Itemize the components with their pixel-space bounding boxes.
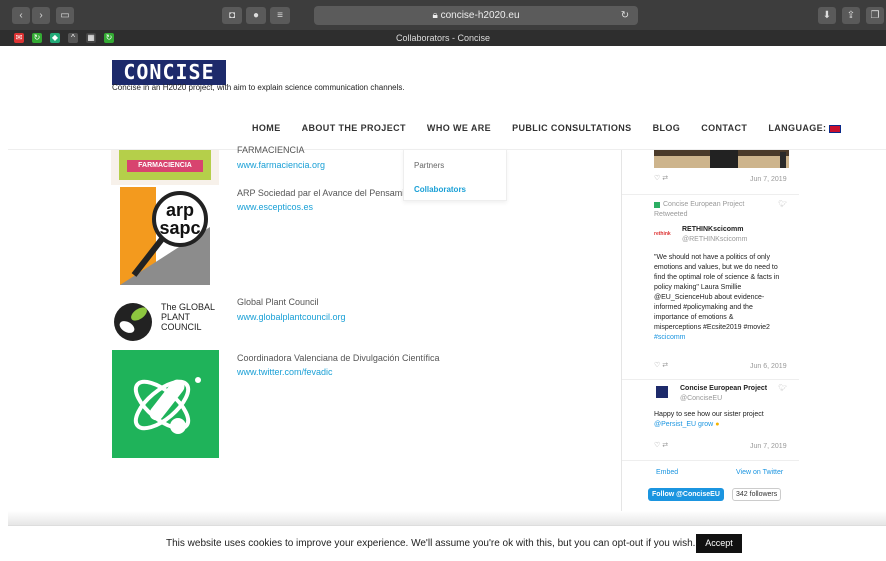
reader-icon[interactable]: ≡ [270, 7, 290, 24]
nav-who-we-are[interactable]: WHO WE ARE [427, 123, 491, 133]
tweet-actions[interactable]: ♡ ⇄ [654, 361, 668, 371]
shield-icon[interactable]: ◘ [222, 7, 242, 24]
tabs-icon[interactable]: ❐ [866, 7, 884, 24]
browser-chrome: ‹ › ▭ ◘ ● ≡ 🔒︎ concise-h2020.eu ↻ ⬇ ⇪ ❐ … [0, 0, 886, 46]
twitter-timeline: ♡ ⇄ Jun 7, 2019 Concise European Project… [621, 150, 799, 515]
forward-icon[interactable]: › [32, 7, 50, 24]
reload-icon[interactable]: ↻ [618, 7, 632, 24]
download-icon[interactable]: ⬇ [818, 7, 836, 24]
fevadic-logo[interactable] [112, 350, 219, 458]
tweet-divider [622, 460, 799, 461]
twitter-bird-icon[interactable]: 🐦︎ [778, 200, 787, 210]
tweet-media[interactable] [654, 150, 789, 168]
tweet-date[interactable]: Jun 7, 2019 [750, 175, 787, 185]
collaborator-name: Coordinadora Valenciana de Divulgación C… [237, 353, 440, 363]
accept-button[interactable]: Accept [696, 534, 742, 553]
cookie-bar: This website uses cookies to improve you… [8, 525, 886, 561]
retweeted-label: Retweeted [654, 211, 688, 218]
twitter-bird-icon[interactable]: 🐦︎ [778, 384, 787, 394]
back-icon[interactable]: ‹ [12, 7, 30, 24]
uk-flag-icon [829, 124, 842, 133]
arp-logo[interactable]: arp sapc [120, 187, 210, 285]
retweet-by[interactable]: Concise European Project [663, 200, 744, 210]
tweet-line: Happy to see how our sister project [654, 411, 764, 418]
tweet-author-name[interactable]: RETHINKscicomm [682, 225, 743, 235]
nav-blog[interactable]: BLOG [653, 123, 681, 133]
collaborator-name: ARP Sociedad par el Avance del Pensamie [237, 188, 410, 198]
tab-title[interactable]: Collaborators - Concise [0, 30, 886, 46]
main-nav: HOME ABOUT THE PROJECT WHO WE ARE PUBLIC… [252, 120, 842, 136]
tweet-line: "We should not have a politics of only [654, 254, 770, 261]
page-bottom-shadow [8, 511, 886, 525]
retweet-avatar-icon [654, 202, 660, 208]
extension-icon[interactable]: ● [246, 7, 266, 24]
webpage: CONCISE Concise in an H2020 project, wit… [8, 46, 886, 561]
tweet-line[interactable]: #scicomm [654, 333, 779, 343]
follow-button[interactable]: Follow @ConciseEU [648, 488, 724, 501]
tweet-line[interactable]: @Persist_EU grow [654, 421, 713, 428]
rethink-avatar[interactable]: rethink [654, 229, 671, 239]
nav-public-consultations[interactable]: PUBLIC CONSULTATIONS [512, 123, 632, 133]
dropdown-item-collaborators[interactable]: Collaborators [414, 185, 466, 194]
tweet-author-handle[interactable]: @RETHINKscicomm [682, 235, 747, 245]
tweet-actions[interactable]: ♡ ⇄ [654, 441, 668, 451]
address-bar[interactable]: 🔒︎ concise-h2020.eu [314, 6, 638, 25]
tweet-date[interactable]: Jun 6, 2019 [750, 362, 787, 372]
browser-toolbar: ‹ › ▭ ◘ ● ≡ 🔒︎ concise-h2020.eu ↻ ⬇ ⇪ ❐ [0, 0, 886, 30]
collaborator-link[interactable]: www.globalplantcouncil.org [237, 312, 346, 322]
tweet-line: misperceptions #Ecsite2019 #movie2 [654, 324, 770, 331]
arp-logo-text: arp sapc [159, 200, 201, 238]
lock-icon: 🔒︎ [432, 10, 438, 21]
tweet-body: Happy to see how our sister project @Per… [654, 410, 764, 430]
farmaciencia-logo[interactable]: FARMACIENCIA [111, 150, 219, 185]
tweet-line: emotions and values, but we do need to [654, 264, 778, 271]
farmaciencia-logo-text: FARMACIENCIA [127, 160, 203, 172]
tweet-body: "We should not have a politics of only e… [654, 253, 779, 343]
collaborator-name: Global Plant Council [237, 297, 319, 307]
leaf-icon [114, 303, 152, 341]
concise-avatar[interactable] [656, 386, 668, 398]
tweet-author-handle[interactable]: @ConciseEU [680, 394, 722, 404]
collaborator-link[interactable]: www.twitter.com/fevadic [237, 367, 333, 377]
followers-count[interactable]: 342 followers [732, 488, 782, 501]
language-label: LANGUAGE: [768, 123, 827, 133]
who-we-are-dropdown: Partners Collaborators [403, 149, 507, 201]
cookie-text: This website uses cookies to improve you… [166, 538, 696, 549]
tweet-author-name[interactable]: Concise European Project [680, 384, 767, 394]
embed-link[interactable]: Embed [656, 468, 678, 478]
atom-test-tube-icon [133, 377, 201, 434]
view-on-twitter-link[interactable]: View on Twitter [736, 468, 783, 478]
page-margin [0, 46, 8, 561]
tweet-actions[interactable]: ♡ ⇄ [654, 174, 668, 184]
sidebar-icon[interactable]: ▭ [56, 7, 74, 24]
collaborator-link[interactable]: www.escepticos.es [237, 202, 313, 212]
nav-about[interactable]: ABOUT THE PROJECT [302, 123, 406, 133]
collaborator-link[interactable]: www.farmaciencia.org [237, 160, 325, 170]
gpc-logo-text: The GLOBAL PLANT COUNCIL [161, 302, 215, 332]
tweet-line: informed #policymaking and the [654, 304, 753, 311]
tweet-date[interactable]: Jun 7, 2019 [750, 442, 787, 452]
site-logo[interactable]: CONCISE [112, 60, 226, 85]
nav-contact[interactable]: CONTACT [701, 123, 747, 133]
dropdown-item-partners[interactable]: Partners [414, 161, 444, 170]
tweet-line: importance of emotions & [654, 314, 734, 321]
tweet-divider [622, 194, 799, 195]
heart-eyes-emoji-icon: ● [715, 421, 720, 428]
global-plant-council-logo[interactable]: The GLOBAL PLANT COUNCIL [113, 297, 219, 347]
tweet-divider [622, 379, 799, 380]
tweet-line: @EU_ScienceHub about evidence- [654, 294, 765, 301]
tweet-line: policy making" Laura Smillie [654, 284, 742, 291]
nav-language[interactable]: LANGUAGE: [768, 123, 842, 133]
collaborator-name: FARMACIENCIA [237, 145, 305, 155]
share-icon[interactable]: ⇪ [842, 7, 860, 24]
nav-home[interactable]: HOME [252, 123, 281, 133]
site-tagline: Concise in an H2020 project, with aim to… [112, 83, 405, 92]
tab-bar: ✉ ↻ ◆ ^ ▦ ↻ Collaborators - Concise [0, 30, 886, 46]
url-text: concise-h2020.eu [440, 10, 520, 21]
tweet-line: find the optimal role of science & facts… [654, 274, 780, 281]
